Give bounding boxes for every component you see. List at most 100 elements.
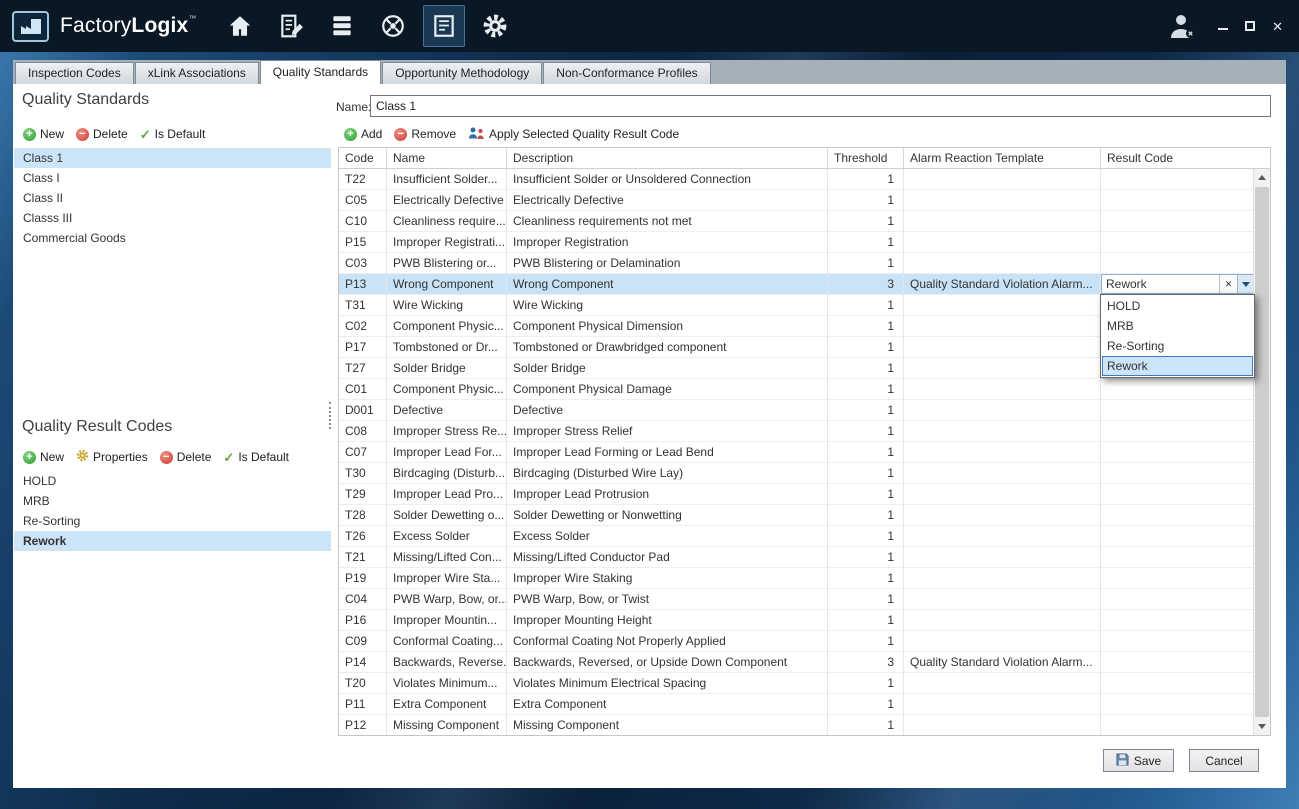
- dispatch-wheel-icon[interactable]: [372, 5, 414, 47]
- tab-non-conformance-profiles[interactable]: Non-Conformance Profiles: [543, 62, 710, 84]
- alarm-template-cell: [904, 358, 1101, 379]
- table-row[interactable]: P14Backwards, Reverse...Backwards, Rever…: [339, 652, 1255, 673]
- maximize-icon[interactable]: [1245, 21, 1255, 31]
- new-button[interactable]: + New: [23, 127, 64, 141]
- delete-button[interactable]: − Delete: [160, 450, 212, 464]
- add-button[interactable]: + Add: [344, 127, 382, 141]
- table-row[interactable]: C07Improper Lead For...Improper Lead For…: [339, 442, 1255, 463]
- minimize-icon[interactable]: [1218, 28, 1228, 30]
- cancel-button[interactable]: Cancel: [1189, 749, 1259, 772]
- save-button[interactable]: Save: [1103, 749, 1174, 772]
- list-item[interactable]: HOLD: [14, 471, 331, 491]
- result-code-cell: [1101, 463, 1255, 484]
- result-code-combo[interactable]: Rework✕: [1101, 274, 1254, 294]
- dropdown-option[interactable]: HOLD: [1102, 296, 1253, 316]
- description-cell: Component Physical Damage: [507, 379, 828, 400]
- table-row[interactable]: D001DefectiveDefective1: [339, 400, 1255, 421]
- tab-quality-standards[interactable]: Quality Standards: [260, 60, 381, 84]
- table-body: T22Insufficient Solder...Insufficient So…: [339, 169, 1255, 735]
- list-item[interactable]: Commercial Goods: [14, 228, 331, 248]
- titlebar: FactoryLogix™: [0, 0, 1299, 52]
- table-row[interactable]: P16Improper Mountin...Improper Mounting …: [339, 610, 1255, 631]
- apply-result-code-button[interactable]: Apply Selected Quality Result Code: [468, 126, 679, 143]
- is-default-button[interactable]: ✓ Is Default: [140, 127, 206, 141]
- list-item[interactable]: Class I: [14, 168, 331, 188]
- column-header[interactable]: Result Code: [1101, 148, 1255, 168]
- table-row[interactable]: T28Solder Dewetting o...Solder Dewetting…: [339, 505, 1255, 526]
- remove-button[interactable]: − Remove: [394, 127, 456, 141]
- table-row[interactable]: T20Violates Minimum...Violates Minimum E…: [339, 673, 1255, 694]
- threshold-cell: 1: [828, 568, 904, 589]
- column-header[interactable]: Name: [387, 148, 507, 168]
- table-row[interactable]: P15Improper Registrati...Improper Regist…: [339, 232, 1255, 253]
- table-row[interactable]: C09Conformal Coating...Conformal Coating…: [339, 631, 1255, 652]
- code-cell: P12: [339, 715, 387, 735]
- table-row[interactable]: P13Wrong ComponentWrong Component3Qualit…: [339, 274, 1255, 295]
- tab-inspection-codes[interactable]: Inspection Codes: [15, 62, 134, 84]
- table-row[interactable]: T29Improper Lead Pro...Improper Lead Pro…: [339, 484, 1255, 505]
- table-row[interactable]: C08Improper Stress Re...Improper Stress …: [339, 421, 1255, 442]
- scrollbar-thumb[interactable]: [1255, 187, 1269, 717]
- is-default-label: Is Default: [238, 450, 289, 464]
- column-header[interactable]: Description: [507, 148, 828, 168]
- quality-report-icon[interactable]: [423, 5, 465, 47]
- splitter-handle[interactable]: [329, 402, 331, 429]
- name-cell: Solder Dewetting o...: [387, 505, 507, 526]
- table-row[interactable]: C05Electrically DefectiveElectrically De…: [339, 190, 1255, 211]
- name-input[interactable]: [370, 95, 1271, 117]
- tab-opportunity-methodology[interactable]: Opportunity Methodology: [382, 62, 542, 84]
- scroll-down-icon[interactable]: [1254, 718, 1270, 735]
- table-row[interactable]: T30Birdcaging (Disturb...Birdcaging (Dis…: [339, 463, 1255, 484]
- alarm-template-cell: [904, 547, 1101, 568]
- column-header[interactable]: Alarm Reaction Template: [904, 148, 1101, 168]
- list-item[interactable]: Re-Sorting: [14, 511, 331, 531]
- table-row[interactable]: T26Excess SolderExcess Solder1: [339, 526, 1255, 547]
- list-item[interactable]: MRB: [14, 491, 331, 511]
- name-cell: Improper Registrati...: [387, 232, 507, 253]
- table-row[interactable]: P19Improper Wire Sta...Improper Wire Sta…: [339, 568, 1255, 589]
- table-row[interactable]: P12Missing ComponentMissing Component1: [339, 715, 1255, 735]
- list-item[interactable]: Classs III: [14, 208, 331, 228]
- table-row[interactable]: C04PWB Warp, Bow, or...PWB Warp, Bow, or…: [339, 589, 1255, 610]
- is-default-button[interactable]: ✓ Is Default: [223, 450, 289, 464]
- description-cell: Violates Minimum Electrical Spacing: [507, 673, 828, 694]
- table-row[interactable]: P11Extra ComponentExtra Component1: [339, 694, 1255, 715]
- description-cell: Birdcaging (Disturbed Wire Lay): [507, 463, 828, 484]
- column-header[interactable]: Code: [339, 148, 387, 168]
- alarm-template-cell: [904, 694, 1101, 715]
- properties-button[interactable]: Properties: [76, 449, 148, 465]
- description-cell: Solder Dewetting or Nonwetting: [507, 505, 828, 526]
- minus-circle-icon: −: [160, 451, 173, 464]
- list-item[interactable]: Rework: [14, 531, 331, 551]
- tab-xlink-associations[interactable]: xLink Associations: [135, 62, 259, 84]
- dropdown-option[interactable]: MRB: [1102, 316, 1253, 336]
- close-icon[interactable]: ✕: [1272, 20, 1283, 33]
- new-button[interactable]: + New: [23, 450, 64, 464]
- alarm-template-cell: Quality Standard Violation Alarm...: [904, 274, 1101, 295]
- home-icon[interactable]: [219, 5, 261, 47]
- user-session-icon[interactable]: [1168, 13, 1198, 39]
- dropdown-option[interactable]: Re-Sorting: [1102, 336, 1253, 356]
- code-cell: T27: [339, 358, 387, 379]
- list-item[interactable]: Class 1: [14, 148, 331, 168]
- delete-button[interactable]: − Delete: [76, 127, 128, 141]
- chevron-down-icon[interactable]: [1237, 275, 1253, 293]
- dropdown-option[interactable]: Rework: [1102, 356, 1253, 376]
- table-row[interactable]: C10Cleanliness require...Cleanliness req…: [339, 211, 1255, 232]
- gear-icon[interactable]: [474, 5, 516, 47]
- quality-result-codes-title: Quality Result Codes: [22, 418, 172, 436]
- table-row[interactable]: T21Missing/Lifted Con...Missing/Lifted C…: [339, 547, 1255, 568]
- name-cell: Conformal Coating...: [387, 631, 507, 652]
- list-item[interactable]: Class II: [14, 188, 331, 208]
- brand-text: FactoryLogix™: [60, 14, 197, 38]
- documents-stack-icon[interactable]: [321, 5, 363, 47]
- clear-icon[interactable]: ✕: [1219, 275, 1237, 293]
- vertical-scrollbar[interactable]: [1253, 169, 1270, 735]
- process-edit-icon[interactable]: [270, 5, 312, 47]
- scroll-up-icon[interactable]: [1254, 169, 1270, 186]
- column-header[interactable]: Threshold: [828, 148, 904, 168]
- table-row[interactable]: C03PWB Blistering or...PWB Blistering or…: [339, 253, 1255, 274]
- code-cell: C09: [339, 631, 387, 652]
- table-row[interactable]: T22Insufficient Solder...Insufficient So…: [339, 169, 1255, 190]
- table-row[interactable]: C01Component Physic...Component Physical…: [339, 379, 1255, 400]
